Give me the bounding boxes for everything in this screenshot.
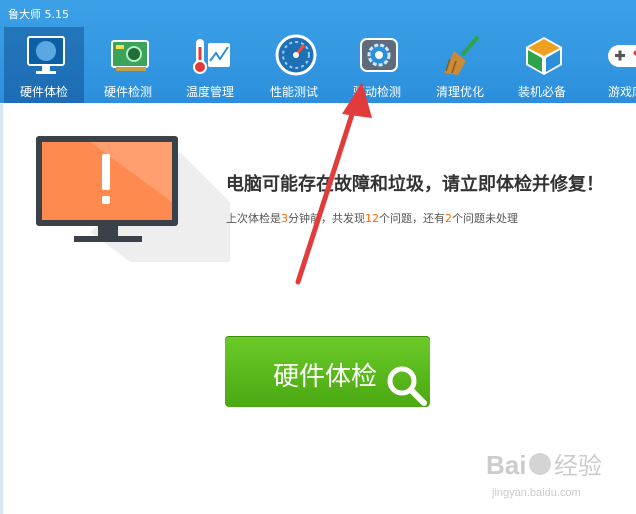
tab-hardware-detect[interactable]: 硬件检测 <box>88 27 168 103</box>
circuit-board-icon <box>111 40 149 71</box>
monitor-check-icon <box>27 36 65 74</box>
tab-temperature[interactable]: 温度管理 <box>170 27 250 103</box>
window-edge <box>0 104 3 514</box>
speedometer-icon <box>275 34 317 76</box>
app-title: 鲁大师 5.15 <box>8 8 69 21</box>
tab-label: 硬件检测 <box>103 85 152 99</box>
red-arrow-annotation <box>295 82 372 285</box>
baidu-watermark-logo: Bai 经验 jingyan.baidu.com <box>486 450 602 499</box>
status-prefix: 上次体检是 <box>226 212 281 225</box>
svg-text:Bai: Bai <box>486 450 526 480</box>
thermometer-icon <box>193 39 230 74</box>
pending-count: 2 <box>445 212 452 225</box>
hardware-checkup-button[interactable]: 硬件体检 <box>225 336 430 407</box>
button-label: 硬件体检 <box>273 362 378 392</box>
svg-text:jingyan.baidu.com: jingyan.baidu.com <box>491 487 581 499</box>
broom-icon <box>444 35 480 75</box>
svg-text:经验: 经验 <box>554 452 602 480</box>
gear-chip-icon <box>360 38 398 72</box>
tab-game-library[interactable]: 游戏库 <box>586 27 636 103</box>
tab-label: 游戏库 <box>607 85 636 99</box>
status-text: 个问题，还有 <box>379 212 445 225</box>
tab-label: 温度管理 <box>185 85 234 99</box>
tab-essentials[interactable]: 装机必备 <box>502 27 582 103</box>
search-icon <box>387 366 427 406</box>
minutes-count: 3 <box>281 212 288 225</box>
tab-label: 清理优化 <box>435 85 484 99</box>
cube-icon <box>526 37 562 75</box>
gamepad-icon <box>608 45 636 67</box>
status-suffix: 个问题未处理 <box>452 212 518 225</box>
tab-cleanup[interactable]: 清理优化 <box>420 27 500 103</box>
tab-label: 硬件体检 <box>19 85 68 99</box>
tab-label: 装机必备 <box>517 85 566 99</box>
warning-headline: 电脑可能存在故障和垃圾，请立即体检并修复！ <box>226 174 604 195</box>
tab-hardware-checkup[interactable]: 硬件体检 <box>4 27 84 103</box>
warning-monitor-icon <box>36 136 230 262</box>
